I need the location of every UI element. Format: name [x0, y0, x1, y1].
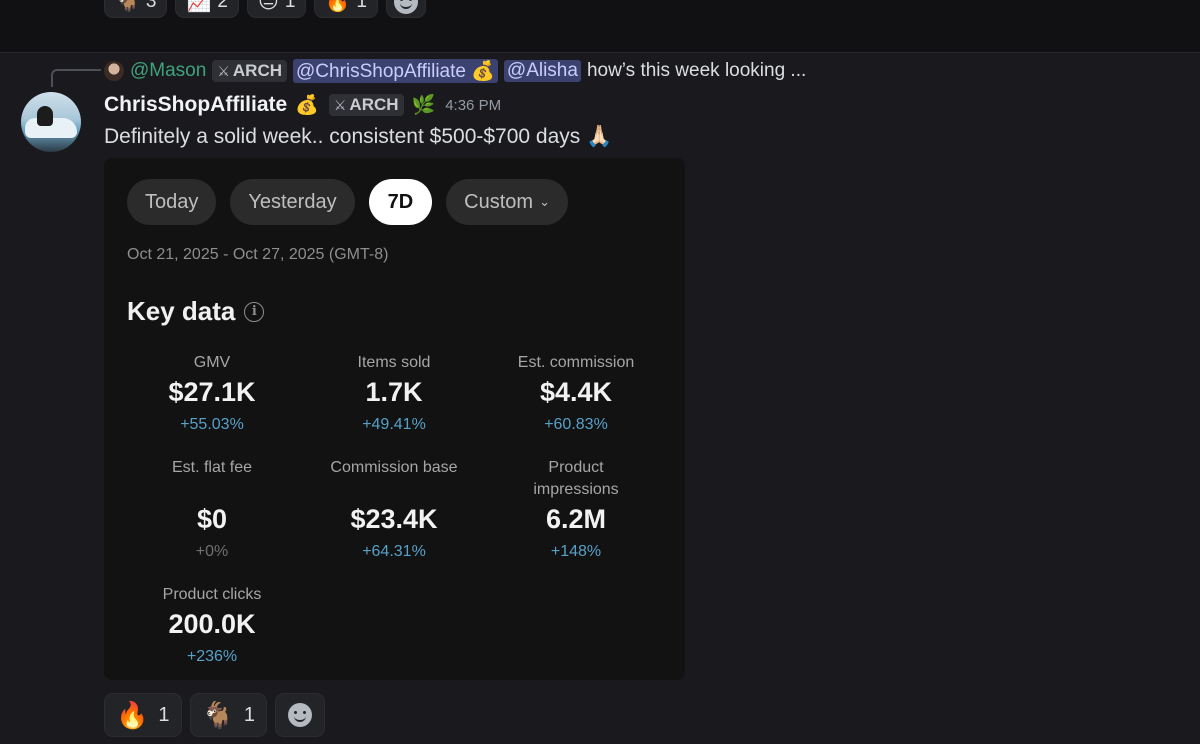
key-data-heading: Key data i: [127, 296, 265, 327]
attached-screenshot[interactable]: Today Yesterday 7D Custom ⌄ Oct 21, 2025…: [104, 158, 685, 680]
info-icon[interactable]: i: [244, 301, 265, 322]
tab-label: Yesterday: [248, 190, 337, 213]
tab-label: Today: [145, 190, 199, 213]
reply-reference[interactable]: @Mason ⚔ ARCH @ChrisShopAffiliate 💰 @Ali…: [104, 59, 806, 83]
metric-label: Commission base: [330, 459, 458, 476]
reaction-count: 1: [158, 703, 170, 726]
message-divider: [0, 52, 1200, 53]
sword-icon: ⚔: [217, 62, 230, 79]
metric-value: 6.2M: [545, 504, 607, 534]
reaction-goat[interactable]: 🐐 1: [189, 693, 267, 737]
metric-change: +49.41%: [362, 416, 426, 433]
fire-emoji-icon: 🔥: [325, 0, 351, 13]
expressionless-emoji-icon: 😑: [257, 0, 279, 13]
metric-label: Est. commission: [517, 354, 635, 371]
clover-icon: 🌿: [411, 94, 436, 116]
reply-author[interactable]: @Mason: [130, 60, 206, 82]
tab-label: Custom: [464, 190, 534, 213]
date-range: Oct 21, 2025 - Oct 27, 2025 (GMT-8): [127, 246, 389, 263]
author-name[interactable]: ChrisShopAffiliate: [104, 93, 287, 117]
metric-change: +236%: [186, 648, 238, 665]
person-image: [37, 106, 53, 126]
message-header: ChrisShopAffiliate 💰 ⚔ ARCH 🌿 4:36 PM: [104, 91, 501, 119]
metric-value: $27.1K: [168, 377, 256, 407]
metric-value: $23.4K: [350, 504, 438, 534]
date-tabs: Today Yesterday 7D Custom ⌄: [127, 179, 568, 225]
reply-text[interactable]: how’s this week looking ...: [587, 60, 806, 82]
tab-custom[interactable]: Custom ⌄: [446, 179, 568, 225]
reaction-count: 3: [145, 0, 157, 12]
metric-est-flat-fee: Est. flat fee $0 +0%: [122, 457, 302, 563]
metric-change: +148%: [550, 543, 602, 560]
metric-product-impressions: Product impressions 6.2M +148%: [486, 457, 666, 563]
goat-emoji-icon: 🐐: [115, 0, 140, 13]
message-timestamp[interactable]: 4:36 PM: [445, 97, 501, 114]
metric-label: GMV: [193, 354, 231, 371]
metric-gmv: GMV $27.1K +55.03%: [122, 352, 302, 436]
metric-value: 200.0K: [168, 609, 256, 639]
message-text: Definitely a solid week.. consistent $50…: [104, 125, 613, 148]
tab-yesterday[interactable]: Yesterday: [230, 179, 355, 225]
metric-value: $4.4K: [539, 377, 613, 407]
metric-label: Est. flat fee: [171, 459, 253, 476]
metric-change: +0%: [195, 543, 229, 560]
reaction-count: 1: [356, 0, 367, 12]
previous-reactions: 🐐 3 📈 2 😑 1 🔥 1: [104, 0, 426, 18]
metric-value: $0: [196, 504, 228, 534]
reaction-goat-top[interactable]: 🐐 3: [104, 0, 168, 18]
metric-items-sold: Items sold 1.7K +49.41%: [304, 352, 484, 436]
reaction-expressionless-top[interactable]: 😑 1: [246, 0, 307, 18]
metric-commission-base: Commission base $23.4K +64.31%: [304, 457, 484, 563]
chart-emoji-icon: 📈: [186, 0, 212, 13]
author-avatar[interactable]: [21, 92, 81, 152]
message-reactions: 🔥 1 🐐 1: [104, 693, 325, 737]
reply-avatar[interactable]: [104, 61, 124, 81]
reply-role-badge: ⚔ ARCH: [212, 60, 287, 82]
metric-label: Items sold: [357, 354, 431, 371]
metric-change: +60.83%: [544, 416, 608, 433]
metric-change: +55.03%: [180, 416, 244, 433]
metric-est-commission: Est. commission $4.4K +60.83%: [486, 352, 666, 436]
add-reaction-icon: [393, 0, 418, 14]
tab-label: 7D: [387, 190, 414, 213]
sword-icon: ⚔: [333, 96, 347, 113]
add-reaction-icon: [288, 703, 312, 727]
metric-label: Product clicks: [162, 586, 262, 603]
chevron-down-icon: ⌄: [539, 194, 550, 209]
reaction-count: 1: [243, 703, 255, 726]
section-title: Key data: [127, 296, 236, 326]
author-role-label: ARCH: [349, 95, 399, 114]
tab-today[interactable]: Today: [127, 179, 217, 225]
mention-chrisshopaffiliate[interactable]: @ChrisShopAffiliate 💰: [293, 59, 498, 83]
reaction-chart-top[interactable]: 📈 2: [175, 0, 239, 18]
mention-alisha[interactable]: @Alisha: [503, 60, 581, 82]
reaction-count: 1: [284, 0, 296, 12]
reaction-fire-top[interactable]: 🔥 1: [314, 0, 378, 18]
fire-emoji-icon: 🔥: [116, 700, 149, 730]
metric-label: Product impressions: [533, 459, 619, 498]
reply-spine: [51, 69, 101, 87]
tab-7d[interactable]: 7D: [368, 179, 433, 225]
add-reaction-button-top[interactable]: [385, 0, 426, 18]
metric-change: +64.31%: [362, 543, 426, 560]
moneybag-icon: 💰: [295, 94, 319, 116]
reaction-fire[interactable]: 🔥 1: [104, 693, 182, 737]
metric-product-clicks: Product clicks 200.0K +236%: [122, 584, 302, 668]
reaction-count: 2: [217, 0, 228, 12]
metric-value: 1.7K: [365, 377, 423, 407]
reply-role-label: ARCH: [232, 61, 282, 80]
goat-emoji-icon: 🐐: [201, 700, 234, 730]
add-reaction-button[interactable]: [275, 693, 325, 737]
author-role-badge[interactable]: ⚔ ARCH: [328, 94, 404, 116]
